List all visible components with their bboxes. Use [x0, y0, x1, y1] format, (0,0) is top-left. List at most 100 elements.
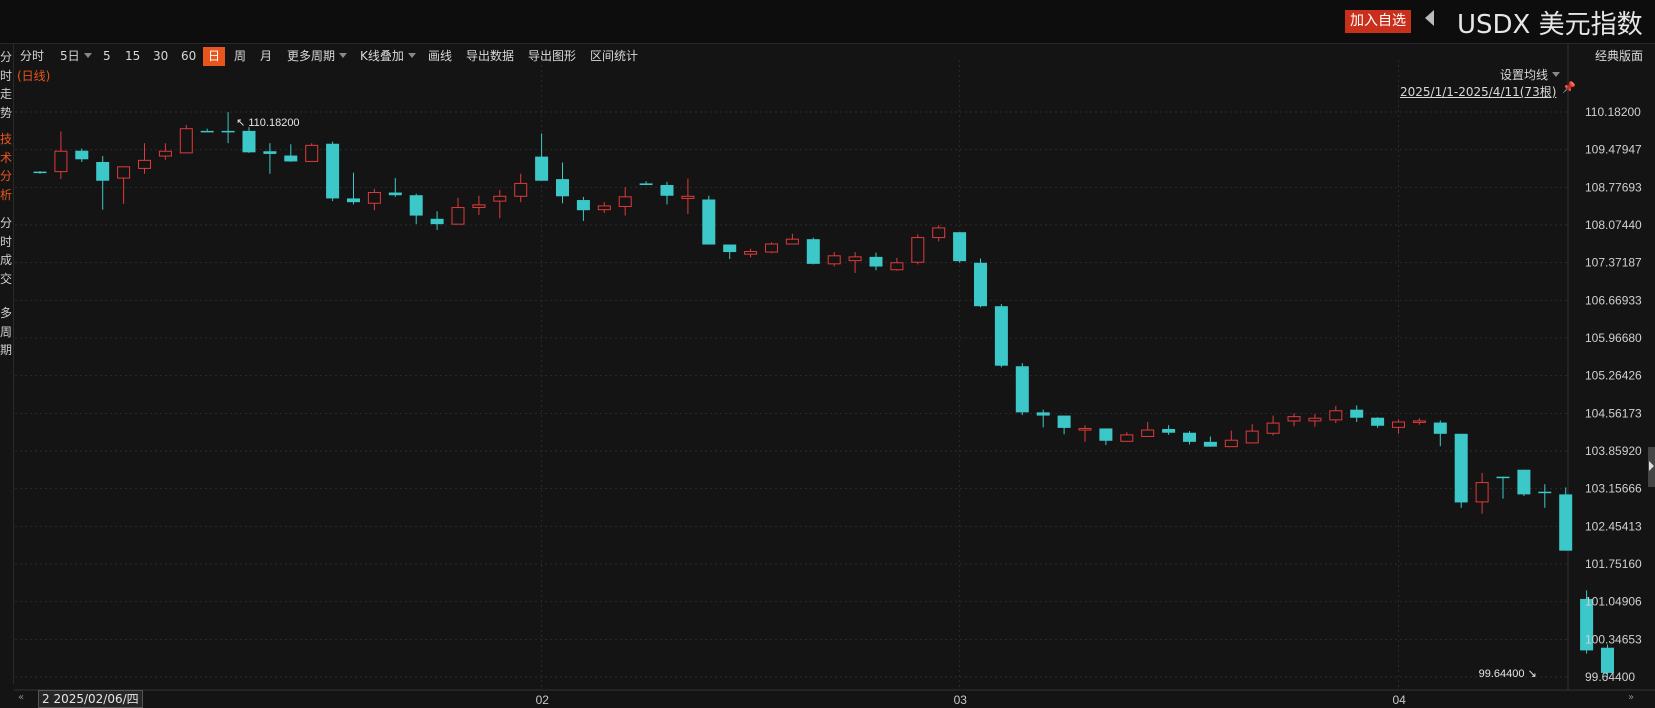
- candle-up: [1224, 439, 1238, 448]
- candle-up: [1329, 410, 1343, 421]
- candle-up: [117, 166, 131, 179]
- candle-up: [367, 192, 381, 204]
- candle-down: [660, 185, 674, 196]
- candle-down: [388, 192, 402, 196]
- candle-up: [1120, 434, 1134, 442]
- candle-up: [848, 256, 862, 262]
- candle-down: [639, 183, 653, 186]
- y-tick-label: 105.96680: [1585, 331, 1642, 345]
- y-tick-label: 105.26426: [1585, 369, 1642, 383]
- candle-down: [1496, 476, 1510, 479]
- x-tick-label: 04: [1393, 693, 1407, 706]
- candle-down: [1433, 422, 1447, 434]
- candle-up: [514, 182, 528, 197]
- y-tick-label: 101.04906: [1585, 595, 1642, 609]
- candle-up: [765, 243, 778, 253]
- scroll-right-button[interactable]: »: [1628, 692, 1634, 703]
- candle-down: [242, 130, 256, 153]
- candle-up: [472, 204, 486, 209]
- candle-up: [1078, 427, 1092, 431]
- candle-down: [1371, 417, 1385, 426]
- candle-up: [451, 207, 465, 225]
- candle-down: [1517, 469, 1531, 495]
- x-tick-label: 03: [954, 693, 968, 706]
- min-price-label: 99.64400 ↘: [1479, 668, 1537, 680]
- candle-up: [179, 128, 193, 154]
- candle-up: [1141, 429, 1155, 437]
- chart-grid: [14, 44, 1655, 691]
- candle-down: [1036, 412, 1050, 416]
- candle-up: [597, 205, 611, 211]
- candle-down: [1454, 433, 1468, 503]
- candle-down: [1350, 409, 1364, 418]
- candle-up: [890, 262, 904, 271]
- y-tick-label: 104.56173: [1585, 406, 1642, 420]
- candle-down: [869, 256, 883, 267]
- candle-down: [953, 232, 967, 262]
- candle-up: [305, 144, 319, 162]
- candle-down: [576, 200, 590, 211]
- candle-up: [1287, 416, 1301, 422]
- candle-down: [1559, 494, 1573, 551]
- candle-down: [535, 156, 549, 181]
- y-tick-label: 107.37187: [1585, 256, 1642, 270]
- candle-down: [1015, 366, 1029, 413]
- candle-down: [723, 244, 737, 253]
- candle-down: [702, 199, 716, 245]
- panel-collapse-handle[interactable]: [1648, 447, 1655, 487]
- max-price-label: ↖ 110.18200: [236, 117, 299, 129]
- candle-down: [556, 179, 569, 197]
- y-axis: 110.18200 109.47947 108.77693 108.07440 107.…: [1585, 105, 1642, 684]
- candle-down: [806, 239, 820, 264]
- y-tick-label: 103.15666: [1585, 482, 1642, 496]
- candle-down: [1183, 432, 1196, 442]
- candle-up: [932, 227, 946, 239]
- candle-down: [326, 143, 340, 199]
- y-tick-label: 109.47947: [1585, 143, 1642, 157]
- x-axis: 02 03 04: [536, 693, 1407, 706]
- candle-down: [75, 150, 89, 160]
- candle-down: [1538, 491, 1552, 494]
- candle-down: [96, 161, 110, 181]
- candle-series: [33, 112, 1614, 678]
- y-tick-label: 99.64400: [1585, 670, 1635, 684]
- y-tick-label: 101.75160: [1585, 557, 1642, 571]
- candle-down: [33, 171, 47, 174]
- y-tick-label: 108.77693: [1585, 180, 1642, 194]
- candle-down: [1057, 415, 1071, 428]
- candle-up: [138, 159, 151, 169]
- candle-up: [785, 238, 799, 245]
- candle-up: [158, 150, 172, 157]
- candle-down: [284, 155, 298, 162]
- candle-up: [827, 255, 841, 265]
- candle-up: [1412, 420, 1426, 423]
- candle-up: [681, 195, 695, 199]
- candle-up: [1245, 430, 1259, 444]
- candle-up: [744, 251, 758, 255]
- candle-up: [1266, 422, 1280, 434]
- candle-down: [409, 195, 423, 216]
- candle-down: [430, 218, 444, 225]
- y-tick-label: 108.07440: [1585, 218, 1642, 232]
- candlestick-chart[interactable]: 110.18200 109.47947 108.77693 108.07440 107.…: [0, 0, 1655, 706]
- candle-down: [221, 130, 235, 133]
- scroll-left-button[interactable]: «: [18, 692, 24, 703]
- candle-up: [1392, 421, 1405, 428]
- candle-up: [493, 195, 507, 202]
- candle-down: [1099, 428, 1113, 441]
- candle-down: [347, 198, 360, 203]
- candle-down: [994, 306, 1008, 366]
- candle-down: [1203, 441, 1217, 447]
- candle-down: [200, 130, 214, 133]
- y-tick-label: 102.45413: [1585, 519, 1642, 533]
- candle-down: [1162, 428, 1176, 433]
- candle-up: [54, 150, 68, 173]
- y-tick-label: 106.66933: [1585, 293, 1642, 307]
- x-tick-label: 02: [536, 693, 550, 706]
- candle-up: [911, 237, 925, 263]
- y-tick-label: 103.85920: [1585, 444, 1642, 458]
- date-tooltip: 2 2025/02/06/四: [38, 690, 143, 708]
- candle-up: [1475, 482, 1489, 503]
- y-tick-label: 100.34653: [1585, 632, 1642, 646]
- candle-down: [974, 262, 987, 307]
